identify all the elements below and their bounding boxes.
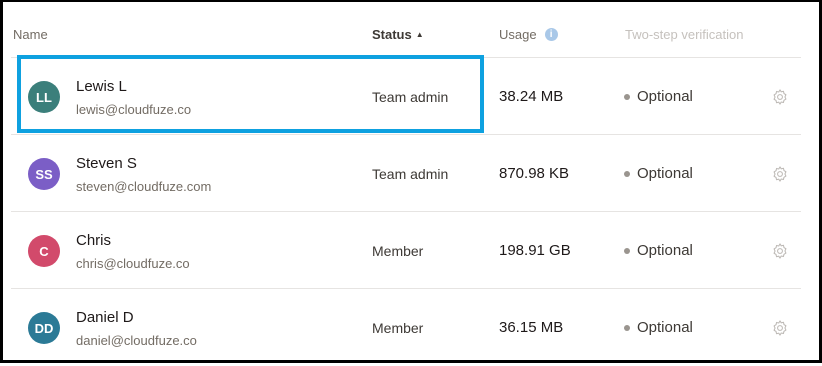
table-row[interactable]: C Chris chris@cloudfuze.co Member 198.91… bbox=[11, 212, 801, 289]
column-header-usage-label: Usage bbox=[499, 27, 537, 42]
member-usage: 198.91 GB bbox=[499, 242, 571, 259]
member-two-step: Optional bbox=[624, 242, 693, 259]
column-header-name[interactable]: Name bbox=[13, 27, 48, 42]
table-header: Name Status ▲ Usage i Two-step verificat… bbox=[11, 2, 801, 58]
status-dot-icon bbox=[624, 93, 630, 100]
info-icon[interactable]: i bbox=[544, 28, 558, 41]
column-header-two-step-label: Two-step verification bbox=[625, 27, 744, 42]
member-status: Member bbox=[372, 243, 424, 259]
status-dot-icon bbox=[624, 170, 630, 177]
member-two-step-label: Optional bbox=[637, 319, 693, 336]
member-email: chris@cloudfuze.co bbox=[76, 256, 190, 271]
column-header-status[interactable]: Status ▲ bbox=[372, 27, 424, 42]
member-name: Chris bbox=[76, 232, 112, 249]
member-usage: 36.15 MB bbox=[499, 319, 564, 336]
column-header-status-label: Status bbox=[372, 27, 412, 42]
avatar: LL bbox=[28, 81, 60, 113]
table-row[interactable]: SS Steven S steven@cloudfuze.com Team ad… bbox=[11, 135, 801, 212]
sort-ascending-icon: ▲ bbox=[415, 30, 424, 39]
gear-icon[interactable] bbox=[771, 319, 789, 337]
column-header-two-step: Two-step verification bbox=[625, 27, 744, 42]
gear-icon[interactable] bbox=[771, 165, 789, 183]
table-row[interactable]: LL Lewis L lewis@cloudfuze.co Team admin… bbox=[11, 58, 801, 135]
avatar: DD bbox=[28, 312, 60, 344]
member-status: Team admin bbox=[372, 89, 449, 105]
gear-icon[interactable] bbox=[771, 88, 789, 106]
member-email: steven@cloudfuze.com bbox=[76, 179, 212, 194]
member-status: Team admin bbox=[372, 166, 449, 182]
gear-icon[interactable] bbox=[771, 242, 789, 260]
table-row[interactable]: DD Daniel D daniel@cloudfuze.co Member 3… bbox=[11, 289, 801, 366]
member-name: Steven S bbox=[76, 155, 137, 172]
members-panel: Name Status ▲ Usage i Two-step verificat… bbox=[0, 0, 822, 363]
status-dot-icon bbox=[624, 247, 630, 254]
member-two-step-label: Optional bbox=[637, 88, 693, 105]
member-two-step: Optional bbox=[624, 165, 693, 182]
member-email: daniel@cloudfuze.co bbox=[76, 333, 197, 348]
member-name: Daniel D bbox=[76, 309, 134, 326]
avatar: C bbox=[28, 235, 60, 267]
member-two-step-label: Optional bbox=[637, 165, 693, 182]
status-dot-icon bbox=[624, 324, 630, 331]
member-usage: 38.24 MB bbox=[499, 88, 564, 105]
avatar: SS bbox=[28, 158, 60, 190]
member-status: Member bbox=[372, 320, 424, 336]
member-email: lewis@cloudfuze.co bbox=[76, 102, 192, 117]
member-name: Lewis L bbox=[76, 78, 127, 95]
member-usage: 870.98 KB bbox=[499, 165, 570, 182]
members-table: Name Status ▲ Usage i Two-step verificat… bbox=[11, 2, 801, 366]
member-two-step: Optional bbox=[624, 319, 693, 336]
member-two-step: Optional bbox=[624, 88, 693, 105]
column-header-usage[interactable]: Usage i bbox=[499, 27, 558, 42]
column-header-name-label: Name bbox=[13, 27, 48, 42]
member-two-step-label: Optional bbox=[637, 242, 693, 259]
